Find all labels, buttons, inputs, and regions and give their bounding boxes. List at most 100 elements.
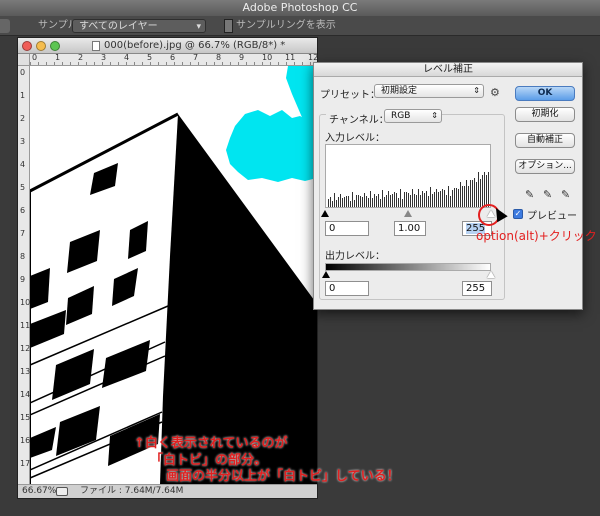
document-window: 000(before).jpg @ 66.7% (RGB/8*) * 01234… bbox=[17, 37, 318, 499]
histogram-bar bbox=[386, 195, 387, 207]
shortcut-annotation: option(alt)+クリック bbox=[476, 229, 597, 243]
histogram-bar bbox=[438, 192, 439, 207]
ruler-tick-label: 15 bbox=[20, 413, 31, 422]
gray-eyedropper-icon[interactable]: ✎ bbox=[543, 188, 552, 201]
histogram-bar bbox=[448, 186, 449, 207]
input-black-handle[interactable] bbox=[321, 210, 329, 217]
histogram-bar bbox=[456, 188, 457, 207]
histogram-bar bbox=[394, 192, 395, 207]
ruler-tick-label: 13 bbox=[20, 367, 31, 376]
white-eyedropper-icon[interactable]: ✎ bbox=[561, 188, 570, 201]
histogram-bar bbox=[436, 189, 437, 207]
histogram-bar bbox=[372, 198, 373, 207]
ruler-tick-label: 11 bbox=[20, 321, 31, 330]
output-white-handle[interactable] bbox=[487, 271, 495, 278]
document-title-bar[interactable]: 000(before).jpg @ 66.7% (RGB/8*) * bbox=[18, 38, 317, 54]
histogram-bar bbox=[392, 194, 393, 207]
close-window-button[interactable] bbox=[22, 41, 32, 51]
channel-select[interactable]: RGB ⇕ bbox=[384, 109, 442, 123]
preset-select[interactable]: 初期設定 ⇕ bbox=[374, 84, 484, 98]
histogram-bar bbox=[428, 196, 429, 207]
channel-label: チャンネル： bbox=[326, 111, 392, 126]
histogram-bar bbox=[430, 187, 431, 207]
histogram-bar bbox=[484, 172, 485, 207]
histogram-bar bbox=[424, 193, 425, 207]
histogram-bar bbox=[488, 172, 489, 207]
ruler-tick-label: 1 bbox=[55, 53, 61, 62]
preview-checkbox[interactable]: ✓ bbox=[513, 209, 523, 219]
preset-value: 初期設定 bbox=[381, 86, 418, 96]
histogram-bar bbox=[400, 189, 401, 207]
histogram-bar bbox=[466, 180, 467, 207]
histogram-bar bbox=[462, 186, 463, 207]
ruler-origin[interactable] bbox=[18, 54, 30, 66]
histogram-bar bbox=[432, 194, 433, 207]
document-title: 000(before).jpg @ 66.7% (RGB/8*) * bbox=[104, 40, 286, 51]
histogram-bar bbox=[336, 200, 337, 207]
ruler-tick-label: 12 bbox=[20, 344, 31, 353]
histogram-bar bbox=[464, 186, 465, 207]
options-button[interactable]: オプション... bbox=[515, 159, 575, 174]
ruler-tick-label: 1 bbox=[20, 91, 26, 100]
input-midtone-field[interactable]: 1.00 bbox=[394, 221, 426, 236]
histogram-bar bbox=[352, 192, 353, 207]
ruler-tick-label: 4 bbox=[20, 160, 26, 169]
histogram-bar bbox=[404, 192, 405, 207]
histogram-bar bbox=[382, 190, 383, 207]
histogram-bar bbox=[442, 189, 443, 207]
ruler-tick-label: 2 bbox=[78, 53, 84, 62]
input-slider[interactable] bbox=[321, 208, 495, 218]
histogram-bar bbox=[434, 192, 435, 207]
output-black-field[interactable]: 0 bbox=[325, 281, 369, 296]
black-eyedropper-icon[interactable]: ✎ bbox=[525, 188, 534, 201]
zoom-window-button[interactable] bbox=[50, 41, 60, 51]
histogram-graph bbox=[328, 147, 491, 207]
histogram-bar bbox=[378, 194, 379, 207]
histogram-bar bbox=[422, 191, 423, 207]
ruler-tick-label: 5 bbox=[147, 53, 153, 62]
status-menu-icon[interactable] bbox=[56, 487, 68, 496]
sampling-ring-checkbox[interactable] bbox=[224, 19, 233, 33]
histogram-bar bbox=[340, 194, 341, 207]
histogram-bar bbox=[470, 180, 471, 207]
ruler-vertical[interactable]: 0 1 2 3 4 5 6 7 8 9 10 11 12 13 14 15 16 17 bbox=[18, 66, 30, 484]
histogram-bar bbox=[390, 195, 391, 207]
histogram-bar bbox=[454, 188, 455, 207]
auto-button[interactable]: 自動補正 bbox=[515, 133, 575, 148]
histogram-bar bbox=[408, 193, 409, 207]
ruler-tick-label: 4 bbox=[124, 53, 130, 62]
histogram-bar bbox=[420, 195, 421, 207]
histogram-bar bbox=[472, 180, 473, 207]
ruler-horizontal[interactable]: 0 1 2 3 4 5 6 7 8 9 10 11 12 bbox=[30, 53, 318, 66]
zoom-level[interactable]: 66.67% bbox=[22, 485, 56, 498]
histogram-bar bbox=[366, 196, 367, 207]
ok-button[interactable]: OK bbox=[515, 86, 575, 101]
output-black-handle[interactable] bbox=[322, 271, 330, 278]
histogram-bar bbox=[450, 196, 451, 207]
histogram-bar bbox=[468, 186, 469, 207]
input-midtone-handle[interactable] bbox=[404, 210, 412, 217]
minimize-window-button[interactable] bbox=[36, 41, 46, 51]
ruler-tick-label: 2 bbox=[20, 114, 26, 123]
ruler-tick-label: 8 bbox=[216, 53, 222, 62]
ruler-tick-label: 3 bbox=[20, 137, 26, 146]
histogram-bar bbox=[482, 175, 483, 207]
ruler-tick-label: 14 bbox=[20, 390, 31, 399]
image-canvas[interactable] bbox=[30, 66, 317, 484]
gear-icon[interactable]: ⚙ bbox=[490, 86, 500, 99]
sample-select[interactable]: すべてのレイヤー bbox=[72, 19, 206, 34]
preset-label: プリセット： bbox=[320, 90, 380, 101]
histogram-bar bbox=[444, 190, 445, 207]
histogram-bar bbox=[346, 196, 347, 207]
histogram-bar bbox=[458, 189, 459, 207]
annotation-line-3: 画面の半分以上が「白トビ」している！ bbox=[166, 469, 400, 484]
input-black-field[interactable]: 0 bbox=[325, 221, 369, 236]
ruler-tick-label: 8 bbox=[20, 252, 26, 261]
output-white-field[interactable]: 255 bbox=[462, 281, 492, 296]
reset-button[interactable]: 初期化 bbox=[515, 107, 575, 122]
chevron-updown-icon: ⇕ bbox=[431, 111, 438, 120]
dialog-title: レベル補正 bbox=[314, 63, 582, 77]
tool-preset-button[interactable] bbox=[0, 19, 10, 33]
histogram-bar bbox=[328, 199, 329, 207]
ruler-tick-label: 5 bbox=[20, 183, 26, 192]
